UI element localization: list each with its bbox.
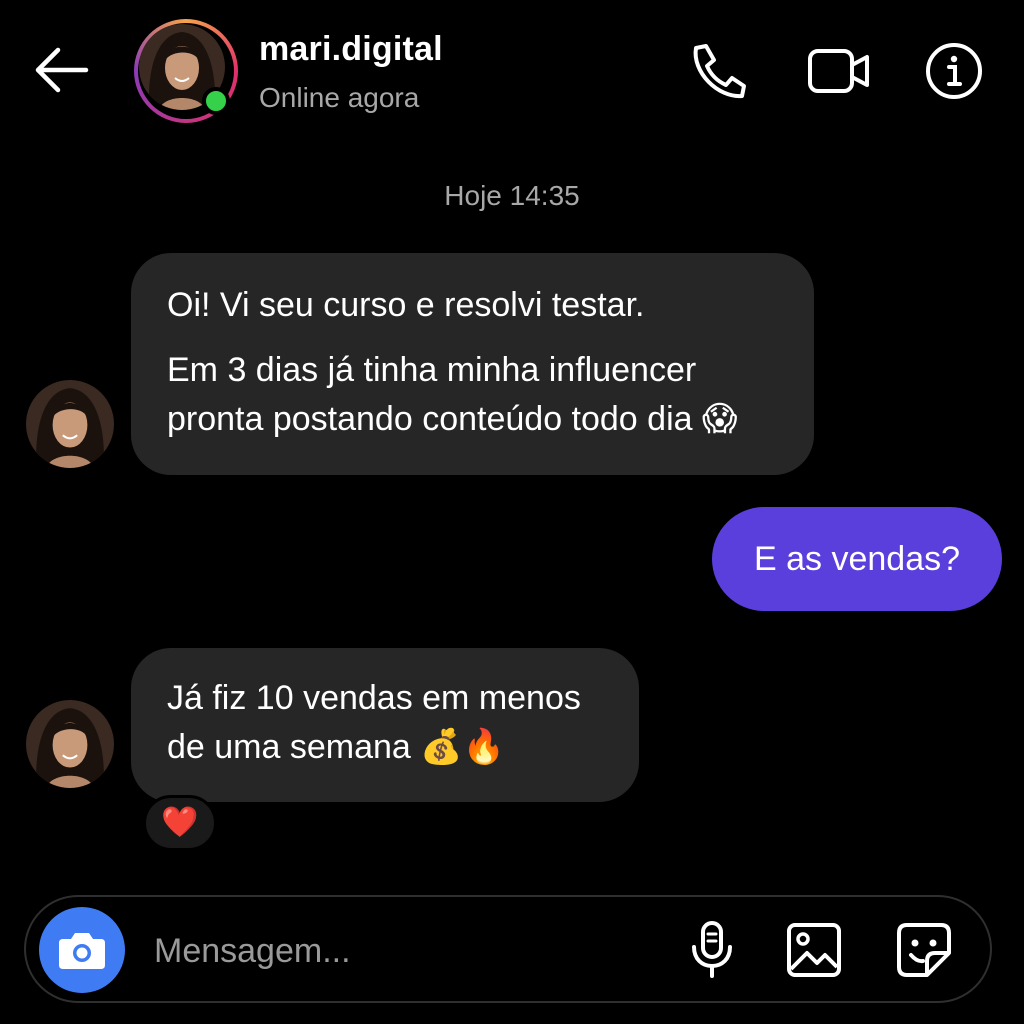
online-status-dot <box>202 87 230 115</box>
call-button[interactable] <box>682 36 752 106</box>
incoming-message-bubble[interactable]: Oi! Vi seu curso e resolvi testar. Em 3 … <box>131 253 814 475</box>
message-line: Oi! Vi seu curso e resolvi testar. <box>167 286 645 324</box>
sender-avatar[interactable] <box>26 380 114 468</box>
video-camera-icon <box>808 49 869 93</box>
camera-icon <box>59 933 105 969</box>
message-reaction[interactable]: ❤️ <box>143 795 217 851</box>
chat-username[interactable]: mari.digital <box>259 30 443 69</box>
back-button[interactable] <box>28 40 94 100</box>
message-line: pronta postando conteúdo todo dia 😱 <box>167 400 738 438</box>
outgoing-message-bubble[interactable]: E as vendas? <box>712 507 1002 611</box>
image-icon <box>787 923 841 977</box>
message-input[interactable] <box>152 918 656 984</box>
gallery-button[interactable] <box>779 915 849 985</box>
camera-button[interactable] <box>39 907 125 993</box>
phone-icon <box>693 44 746 99</box>
online-status: Online agora <box>259 82 420 113</box>
microphone-icon <box>692 921 732 978</box>
arrow-left-icon <box>35 47 89 93</box>
video-call-button[interactable] <box>804 36 874 106</box>
chat-timestamp: Hoje 14:35 <box>444 180 580 211</box>
message-line: de uma semana 💰🔥 <box>167 728 505 766</box>
message-line: Em 3 dias já tinha minha influencer <box>167 351 697 389</box>
sticker-button[interactable] <box>889 915 959 985</box>
profile-avatar[interactable] <box>134 19 238 123</box>
voice-message-button[interactable] <box>677 915 747 985</box>
info-button[interactable] <box>919 36 989 106</box>
incoming-message-bubble[interactable]: Já fiz 10 vendas em menos de uma semana … <box>131 648 639 802</box>
info-icon <box>926 43 982 99</box>
message-text: E as vendas? <box>753 540 961 578</box>
sender-avatar[interactable] <box>26 700 114 788</box>
heart-reaction: ❤️ <box>161 806 199 839</box>
sticker-icon <box>897 923 951 977</box>
message-line: Já fiz 10 vendas em menos <box>167 679 581 717</box>
